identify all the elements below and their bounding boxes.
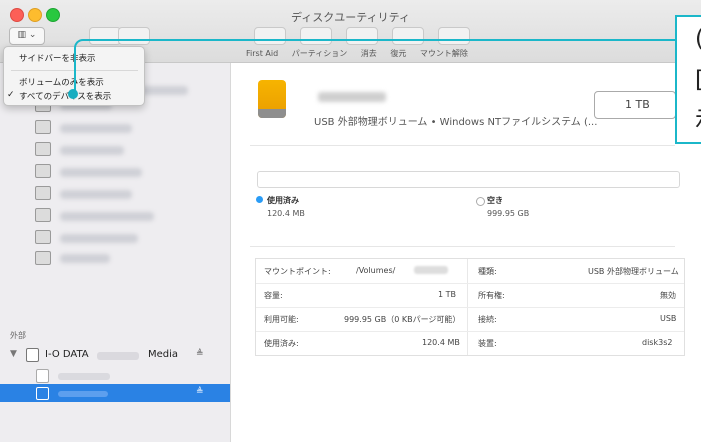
divider bbox=[250, 246, 675, 247]
available-label: 利用可能: bbox=[264, 315, 299, 324]
volume-icon bbox=[35, 120, 51, 134]
external-heading: 外部 bbox=[10, 331, 26, 340]
disk-size: 1 TB bbox=[625, 98, 650, 111]
table-row: 利用可能: 999.95 GB（0 KBパージ可能） 接続: USB bbox=[256, 307, 684, 332]
capacity-label: 容量: bbox=[264, 291, 283, 300]
window-title: ディスクユーティリティ bbox=[291, 11, 410, 24]
usage-bar bbox=[257, 171, 680, 188]
external-disk-row[interactable]: ▼ I-O DATA Media ≜ bbox=[0, 346, 230, 364]
callout-pointer-dot bbox=[68, 89, 78, 99]
table-row: マウントポイント: /Volumes/ 種類: USB 外部物理ボリューム bbox=[256, 259, 684, 284]
device-label: 装置: bbox=[478, 339, 497, 348]
used-color-dot bbox=[256, 196, 263, 203]
connection-value: USB bbox=[660, 314, 677, 323]
volume-icon bbox=[35, 186, 51, 200]
sidebar-toggle-button[interactable]: ▥ ⌄ bbox=[9, 27, 45, 45]
volume-icon bbox=[35, 142, 51, 156]
selected-volume-icon bbox=[36, 387, 49, 400]
selected-volume-name-redacted bbox=[58, 391, 108, 397]
table-row: 使用済み: 120.4 MB 装置: disk3s2 bbox=[256, 331, 684, 355]
external-disk-icon bbox=[26, 348, 39, 362]
details-table: マウントポイント: /Volumes/ 種類: USB 外部物理ボリューム 容量… bbox=[255, 258, 685, 356]
menu-check-icon: ✓ bbox=[7, 90, 15, 100]
disk-description: USB 外部物理ボリューム • Windows NTファイルシステム (... bbox=[314, 117, 598, 128]
callout-text-line: ( bbox=[695, 27, 701, 51]
used-detail-value: 120.4 MB bbox=[422, 338, 460, 347]
ownership-label: 所有権: bbox=[478, 291, 505, 300]
free-color-dot bbox=[476, 197, 485, 206]
external-disk-label: I-O DATA bbox=[45, 349, 89, 360]
sidebar: 外部 ▼ I-O DATA Media ≜ ≜ bbox=[0, 63, 231, 442]
disk-utility-window: ディスクユーティリティ ▥ ⌄ First Aid パーティション 消去 復元 … bbox=[0, 0, 701, 442]
volume-icon bbox=[35, 208, 51, 222]
ownership-value: 無効 bbox=[660, 291, 676, 300]
sidebar-item[interactable] bbox=[60, 190, 132, 199]
eject-icon[interactable]: ≜ bbox=[196, 387, 204, 397]
type-label: 種類: bbox=[478, 267, 497, 276]
eject-icon[interactable]: ≜ bbox=[196, 349, 204, 359]
sidebar-item[interactable] bbox=[60, 212, 154, 221]
selected-volume-row[interactable]: ≜ bbox=[0, 384, 230, 402]
divider bbox=[250, 145, 675, 146]
type-value: USB 外部物理ボリューム bbox=[588, 267, 679, 276]
device-value: disk3s2 bbox=[642, 338, 673, 347]
volume-icon bbox=[35, 230, 51, 244]
mount-point-redacted bbox=[414, 266, 448, 274]
sidebar-item[interactable] bbox=[60, 146, 124, 155]
sidebar-item[interactable] bbox=[60, 254, 110, 263]
volume-icon bbox=[35, 251, 51, 265]
callout-box: ( [ 示 bbox=[675, 15, 701, 144]
callout-text-line: [ bbox=[695, 68, 701, 92]
external-disk-name-redacted bbox=[97, 352, 139, 360]
sidebar-item[interactable] bbox=[60, 168, 142, 177]
external-disk-media-label: Media bbox=[148, 349, 179, 360]
disclosure-triangle-icon[interactable]: ▼ bbox=[10, 349, 17, 359]
sidebar-item[interactable] bbox=[60, 124, 132, 133]
connection-label: 接続: bbox=[478, 315, 497, 324]
sidebar-item[interactable] bbox=[60, 234, 138, 243]
free-value: 999.95 GB bbox=[487, 209, 530, 218]
used-value: 120.4 MB bbox=[267, 209, 305, 218]
sub-volume-icon bbox=[36, 369, 49, 383]
used-label: 使用済み bbox=[267, 196, 299, 205]
free-label: 空き bbox=[487, 196, 503, 205]
used-detail-label: 使用済み: bbox=[264, 339, 299, 348]
mount-point-value: /Volumes/ bbox=[356, 266, 396, 275]
callout-leader-line bbox=[74, 39, 679, 97]
table-row: 容量: 1 TB 所有権: 無効 bbox=[256, 283, 684, 308]
capacity-value: 1 TB bbox=[438, 290, 457, 299]
available-value: 999.95 GB（0 KBパージ可能） bbox=[344, 315, 461, 324]
callout-text-line: 示 bbox=[695, 108, 701, 132]
volume-icon bbox=[35, 164, 51, 178]
sub-volume-name-redacted[interactable] bbox=[58, 373, 110, 380]
mount-point-label: マウントポイント: bbox=[264, 267, 331, 276]
